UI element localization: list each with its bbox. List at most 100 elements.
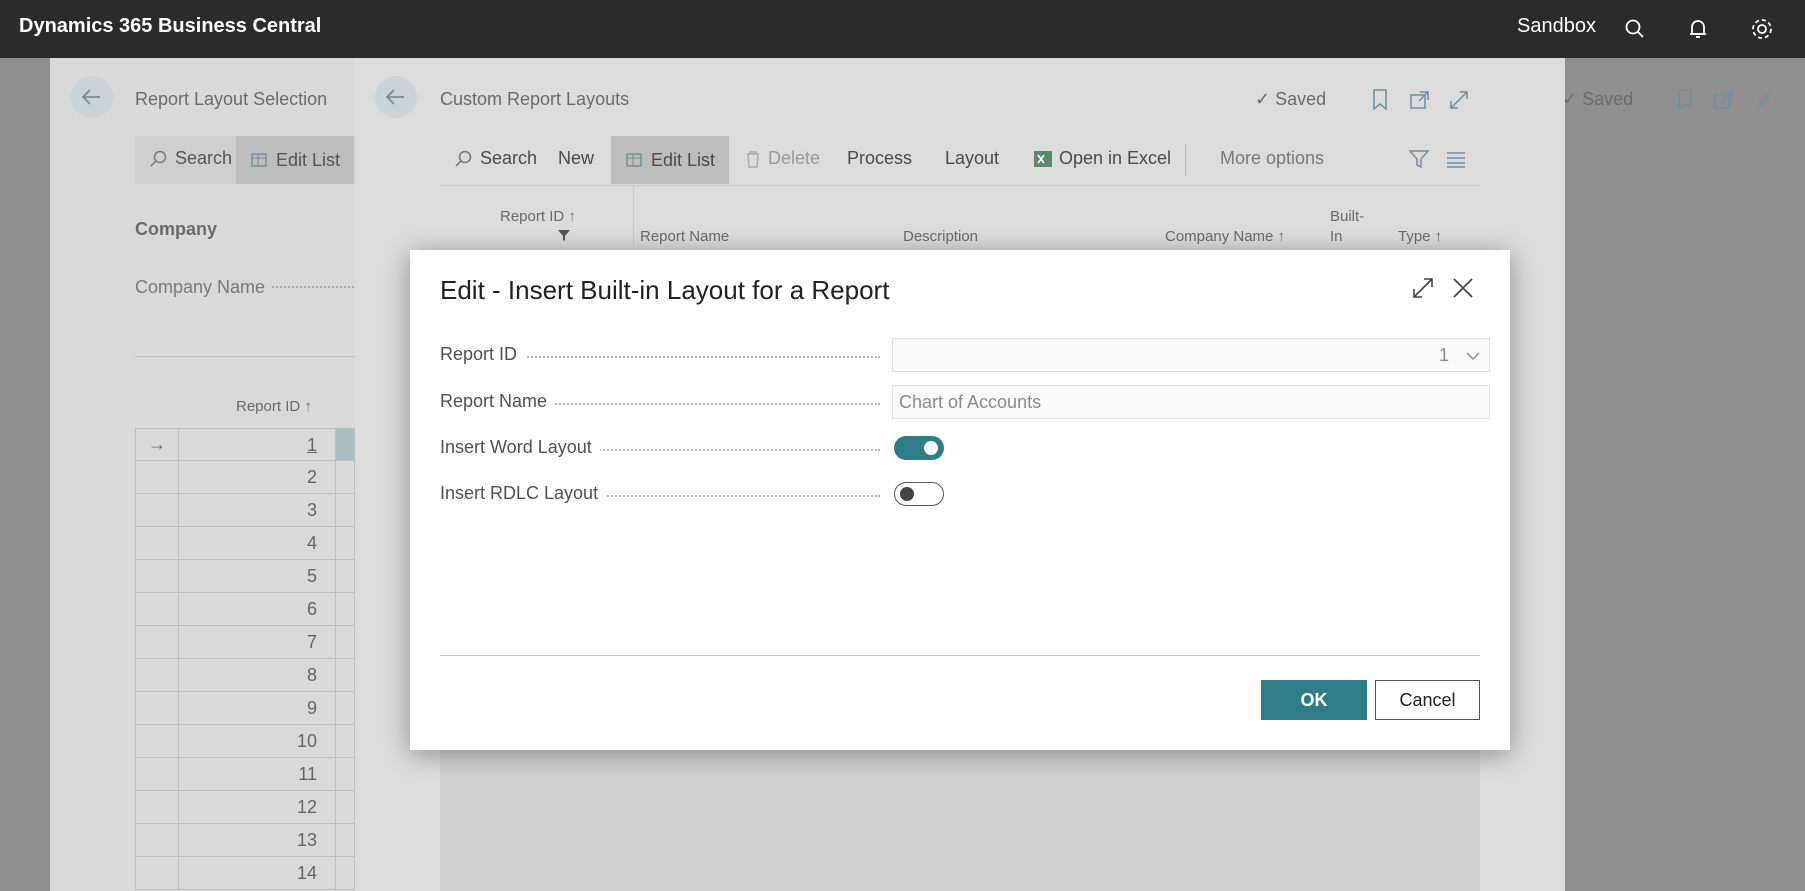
- row-selector[interactable]: [136, 725, 179, 757]
- column-header-report-id[interactable]: Report ID ↑: [500, 208, 576, 225]
- table-row[interactable]: 3: [135, 494, 355, 527]
- row-cell: [336, 857, 354, 889]
- insert-word-layout-toggle[interactable]: [894, 436, 944, 460]
- table-row[interactable]: 11: [135, 758, 355, 791]
- row-selector[interactable]: [136, 659, 179, 691]
- row-cell: [336, 626, 354, 658]
- report-name-input[interactable]: Chart of Accounts: [892, 385, 1490, 419]
- row-cell: [336, 659, 354, 691]
- column-header-built-in-line1[interactable]: Built-: [1330, 208, 1364, 225]
- toolbar-divider: [1185, 144, 1186, 176]
- report-id-cell[interactable]: 7: [179, 626, 336, 658]
- column-header-company-name[interactable]: Company Name ↑: [1165, 228, 1285, 245]
- cancel-button[interactable]: Cancel: [1375, 680, 1480, 720]
- search-button[interactable]: Search: [149, 148, 232, 169]
- excel-icon: [1034, 150, 1052, 167]
- edit-list-label: Edit List: [651, 149, 716, 170]
- insert-rdlc-layout-toggle[interactable]: [894, 482, 944, 506]
- row-selector[interactable]: [136, 560, 179, 592]
- back-button[interactable]: [375, 76, 417, 118]
- filter-icon[interactable]: [1408, 148, 1430, 170]
- search-icon[interactable]: [1622, 16, 1648, 42]
- report-id-cell[interactable]: 11: [179, 758, 336, 790]
- process-label: Process: [847, 148, 913, 168]
- edit-list-button[interactable]: Edit List: [236, 136, 355, 184]
- table-row[interactable]: 2: [135, 461, 355, 494]
- report-id-cell[interactable]: 9: [179, 692, 336, 724]
- row-selector[interactable]: [136, 527, 179, 559]
- expand-icon[interactable]: [1410, 275, 1436, 301]
- bookmark-icon[interactable]: [1370, 88, 1390, 112]
- process-menu[interactable]: Process: [847, 148, 912, 169]
- column-header-description[interactable]: Description: [903, 228, 978, 245]
- column-header-report-name[interactable]: Report Name: [640, 228, 729, 245]
- close-icon[interactable]: [1450, 275, 1476, 301]
- report-id-cell[interactable]: 2: [179, 461, 336, 493]
- open-new-window-icon[interactable]: [1712, 88, 1736, 112]
- report-id-cell[interactable]: 1: [179, 429, 336, 460]
- divider: [135, 356, 375, 357]
- table-row[interactable]: 12: [135, 791, 355, 824]
- table-row[interactable]: → 1: [135, 428, 355, 461]
- report-id-cell[interactable]: 10: [179, 725, 336, 757]
- back-button[interactable]: [71, 76, 113, 118]
- insert-rdlc-layout-field: Insert RDLC Layout: [440, 477, 1480, 511]
- search-label: Search: [480, 148, 538, 168]
- environment-label[interactable]: Sandbox: [1517, 15, 1596, 38]
- table-row[interactable]: 7: [135, 626, 355, 659]
- report-name-field: Report Name Chart of Accounts: [440, 385, 1490, 419]
- collapse-icon[interactable]: [1752, 88, 1776, 112]
- report-id-cell[interactable]: 14: [179, 857, 336, 889]
- row-selector[interactable]: [136, 626, 179, 658]
- column-header-report-id[interactable]: Report ID ↑: [236, 398, 312, 415]
- open-in-excel-button[interactable]: Open in Excel: [1033, 148, 1171, 169]
- list-view-icon[interactable]: [1445, 148, 1467, 170]
- ok-button[interactable]: OK: [1261, 680, 1367, 720]
- row-indicator-arrow-icon[interactable]: →: [136, 429, 179, 460]
- row-cell: [336, 527, 354, 559]
- report-id-cell[interactable]: 8: [179, 659, 336, 691]
- table-row[interactable]: 13: [135, 824, 355, 857]
- table-row[interactable]: 14: [135, 857, 355, 890]
- column-header-built-in-line2[interactable]: In: [1330, 228, 1343, 245]
- bell-icon[interactable]: [1685, 16, 1711, 42]
- report-id-cell[interactable]: 3: [179, 494, 336, 526]
- row-selector[interactable]: [136, 758, 179, 790]
- row-selector[interactable]: [136, 494, 179, 526]
- row-cell: [336, 461, 354, 493]
- report-id-cell[interactable]: 4: [179, 527, 336, 559]
- row-selector[interactable]: [136, 824, 179, 856]
- column-header-type[interactable]: Type ↑: [1398, 228, 1442, 245]
- check-icon: ✓: [1562, 89, 1578, 109]
- row-selector[interactable]: [136, 857, 179, 889]
- row-cell: [336, 560, 354, 592]
- table-row[interactable]: 5: [135, 560, 355, 593]
- row-selector[interactable]: [136, 593, 179, 625]
- table-row[interactable]: 8: [135, 659, 355, 692]
- report-id-cell[interactable]: 5: [179, 560, 336, 592]
- edit-list-button[interactable]: Edit List: [611, 136, 730, 184]
- delete-button[interactable]: Delete: [744, 148, 820, 169]
- arrow-left-icon: [81, 89, 100, 105]
- table-row[interactable]: 6: [135, 593, 355, 626]
- report-id-select[interactable]: 1: [892, 338, 1490, 372]
- layout-menu[interactable]: Layout: [945, 148, 999, 169]
- report-id-cell[interactable]: 13: [179, 824, 336, 856]
- table-row[interactable]: 4: [135, 527, 355, 560]
- open-new-window-icon[interactable]: [1408, 88, 1432, 112]
- table-row[interactable]: 9: [135, 692, 355, 725]
- search-button[interactable]: Search: [454, 148, 537, 169]
- table-row[interactable]: 10: [135, 725, 355, 758]
- new-button[interactable]: New: [558, 148, 594, 169]
- report-id-cell[interactable]: 6: [179, 593, 336, 625]
- row-selector[interactable]: [136, 692, 179, 724]
- page-title: Custom Report Layouts: [440, 89, 630, 109]
- row-selector[interactable]: [136, 461, 179, 493]
- report-id-cell[interactable]: 12: [179, 791, 336, 823]
- bookmark-icon[interactable]: [1675, 88, 1695, 112]
- more-options-button[interactable]: More options: [1220, 148, 1324, 169]
- row-selector[interactable]: [136, 791, 179, 823]
- expand-icon[interactable]: [1447, 88, 1471, 112]
- insert-rdlc-layout-label: Insert RDLC Layout: [440, 483, 607, 504]
- gear-icon[interactable]: [1749, 16, 1775, 42]
